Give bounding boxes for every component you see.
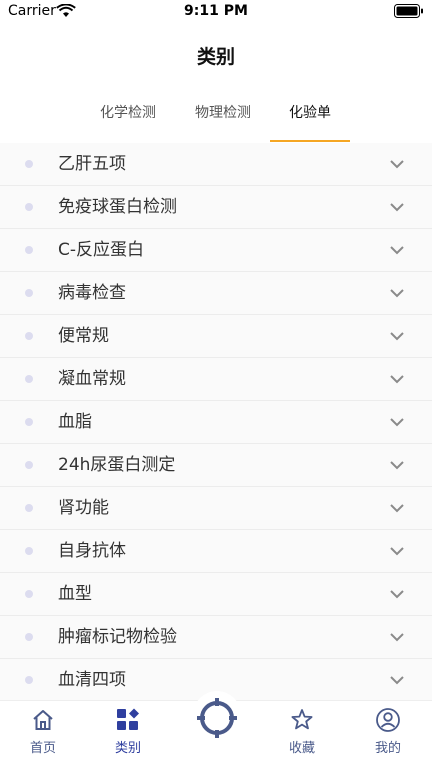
chevron-down-icon <box>390 332 404 341</box>
chevron-down-icon <box>390 504 404 513</box>
chevron-down-icon <box>390 203 404 212</box>
chevron-down-icon <box>390 418 404 427</box>
list-item-label: C-反应蛋白 <box>58 240 145 260</box>
bullet-dot <box>25 246 33 254</box>
bullet-dot <box>25 203 33 211</box>
list-item[interactable]: 凝血常规 <box>0 358 432 401</box>
list-item[interactable]: 自身抗体 <box>0 530 432 573</box>
page-title: 类别 <box>196 46 235 68</box>
list-item[interactable]: 24h尿蛋白测定 <box>0 444 432 487</box>
tabbar-mine-label: 我的 <box>374 741 401 756</box>
center-scan-button[interactable] <box>192 690 242 740</box>
list-item-label: 免疫球蛋白检测 <box>58 197 177 217</box>
chevron-down-icon <box>390 590 404 599</box>
home-icon <box>33 710 53 730</box>
star-icon <box>291 709 313 730</box>
tabbar-favorites-label: 收藏 <box>288 741 315 756</box>
category-tabs: 化学检测 物理检测 化验单 <box>0 92 432 142</box>
status-bar: Carrier 9:11 PM <box>0 0 432 24</box>
battery-icon <box>394 4 423 18</box>
list-item[interactable]: 血型 <box>0 573 432 616</box>
tabbar-home-label: 首页 <box>29 741 56 756</box>
bullet-dot <box>25 461 33 469</box>
bullet-dot <box>25 590 33 598</box>
list-item-label: 肿瘤标记物检验 <box>58 627 177 647</box>
category-grid-icon <box>117 708 139 730</box>
chevron-down-icon <box>390 160 404 169</box>
active-tab-indicator <box>270 140 350 142</box>
bullet-dot <box>25 375 33 383</box>
list-item-label: 病毒检查 <box>58 283 126 303</box>
lab-test-list: 乙肝五项 免疫球蛋白检测 C-反应蛋白 病毒检查 便常规 凝血常规 血脂 24h… <box>0 143 432 700</box>
list-item-label: 乙肝五项 <box>58 154 126 174</box>
list-item[interactable]: 肿瘤标记物检验 <box>0 616 432 659</box>
chevron-down-icon <box>390 676 404 685</box>
list-item[interactable]: 肾功能 <box>0 487 432 530</box>
bullet-dot <box>25 418 33 426</box>
clock: 9:11 PM <box>184 3 248 19</box>
chevron-down-icon <box>390 289 404 298</box>
list-item[interactable]: 病毒检查 <box>0 272 432 315</box>
list-item-label: 肾功能 <box>58 498 109 518</box>
tab-chemical-tests[interactable]: 化学检测 <box>88 92 168 140</box>
chevron-down-icon <box>390 547 404 556</box>
tabbar-favorites[interactable]: 收藏 <box>272 707 332 756</box>
list-item-label: 血清四项 <box>58 670 126 690</box>
list-item-label: 24h尿蛋白测定 <box>58 455 176 475</box>
bullet-dot <box>25 504 33 512</box>
list-item[interactable]: 免疫球蛋白检测 <box>0 186 432 229</box>
user-profile-icon <box>376 708 400 732</box>
list-item-label: 凝血常规 <box>58 369 126 389</box>
bullet-dot <box>25 676 33 684</box>
bullet-dot <box>25 547 33 555</box>
list-item[interactable]: 便常规 <box>0 315 432 358</box>
list-item-label: 便常规 <box>58 326 109 346</box>
chevron-down-icon <box>390 461 404 470</box>
bullet-dot <box>25 633 33 641</box>
tab-lab-report[interactable]: 化验单 <box>270 92 350 140</box>
bullet-dot <box>25 160 33 168</box>
tabbar-mine[interactable]: 我的 <box>358 707 418 756</box>
chevron-down-icon <box>390 375 404 384</box>
tabbar-home[interactable]: 首页 <box>13 707 73 756</box>
list-item-label: 血型 <box>58 584 92 604</box>
chevron-down-icon <box>390 633 404 642</box>
tabbar-category[interactable]: 类别 <box>98 707 158 756</box>
chevron-down-icon <box>390 246 404 255</box>
list-item-label: 血脂 <box>58 412 92 432</box>
list-item[interactable]: C-反应蛋白 <box>0 229 432 272</box>
list-item[interactable]: 血脂 <box>0 401 432 444</box>
list-item[interactable]: 乙肝五项 <box>0 143 432 186</box>
bullet-dot <box>25 332 33 340</box>
list-item-label: 自身抗体 <box>58 541 126 561</box>
tab-physical-tests[interactable]: 物理检测 <box>183 92 263 140</box>
bullet-dot <box>25 289 33 297</box>
tabbar-category-label: 类别 <box>114 741 141 756</box>
